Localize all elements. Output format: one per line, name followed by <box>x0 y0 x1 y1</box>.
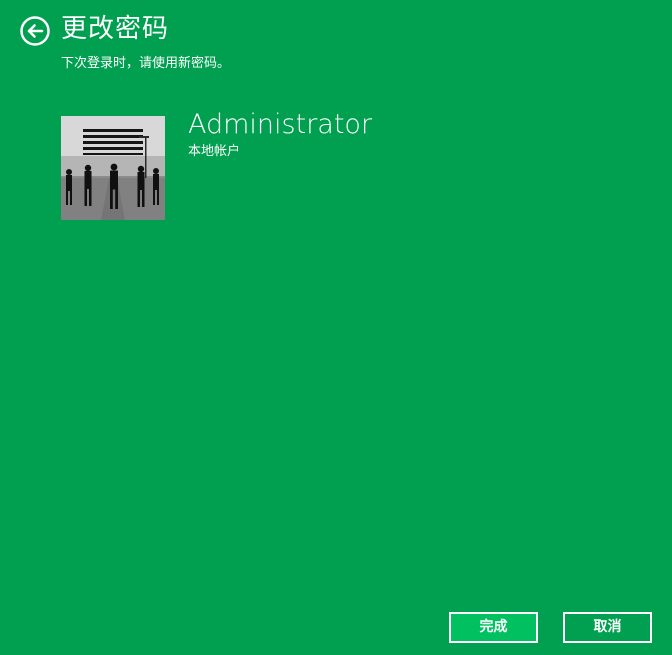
back-button[interactable] <box>20 16 50 46</box>
page-subtitle: 下次登录时，请使用新密码。 <box>61 56 231 71</box>
account-type: 本地帐户 <box>188 144 241 159</box>
account-name: Administrator <box>188 109 373 140</box>
avatar <box>61 116 165 220</box>
cancel-button[interactable]: 取消 <box>563 612 652 643</box>
arrow-left-circle-icon <box>20 16 50 46</box>
page-title: 更改密码 <box>61 14 170 44</box>
done-button[interactable]: 完成 <box>449 612 538 643</box>
